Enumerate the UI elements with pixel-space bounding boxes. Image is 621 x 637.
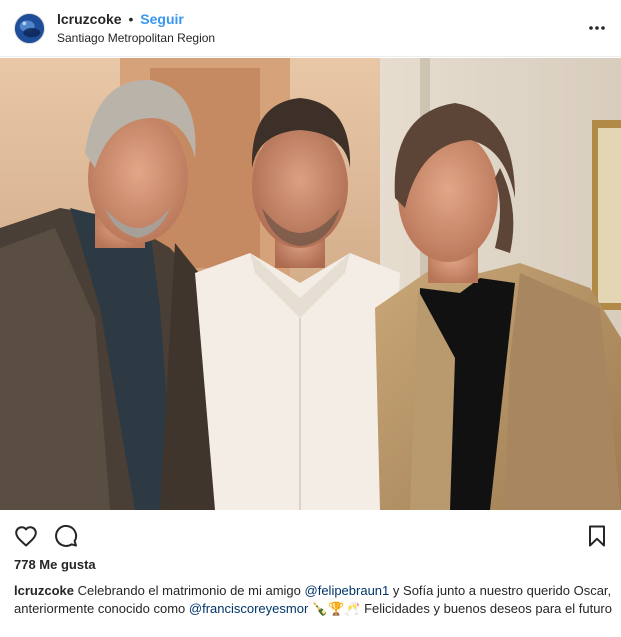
- save-button[interactable]: [583, 522, 611, 550]
- more-options-button[interactable]: [583, 16, 611, 40]
- follow-button[interactable]: Seguir: [140, 11, 184, 27]
- comment-button[interactable]: [52, 522, 80, 550]
- caption-text-1: Celebrando el matrimonio de mi amigo: [77, 583, 301, 598]
- comment-icon: [55, 524, 78, 547]
- post-actions: [0, 516, 621, 556]
- caption-emoji: 🍾🏆🥂: [311, 601, 361, 616]
- location-link[interactable]: Santiago Metropolitan Region: [57, 31, 215, 46]
- like-button[interactable]: [12, 522, 40, 550]
- mention-link-1[interactable]: @felipebraun1: [305, 583, 390, 598]
- post-photo[interactable]: [0, 58, 621, 510]
- username-link[interactable]: lcruzcoke: [57, 11, 122, 27]
- caption-text-3: Felicidades y buenos deseos para el futu…: [364, 601, 612, 616]
- caption-username-link[interactable]: lcruzcoke: [14, 583, 74, 598]
- heart-icon: [15, 526, 37, 547]
- user-line: lcruzcoke • Seguir: [57, 11, 184, 28]
- post-caption: lcruzcoke Celebrando el matrimonio de mi…: [14, 582, 612, 618]
- bookmark-icon: [589, 525, 605, 547]
- more-horizontal-icon: [589, 26, 605, 30]
- mention-link-2[interactable]: @franciscoreyesmor: [189, 601, 308, 616]
- separator-dot: •: [128, 11, 134, 27]
- likes-count[interactable]: 778 Me gusta: [14, 557, 96, 573]
- post-header: lcruzcoke • Seguir Santiago Metropolitan…: [0, 0, 621, 57]
- avatar[interactable]: [14, 13, 45, 44]
